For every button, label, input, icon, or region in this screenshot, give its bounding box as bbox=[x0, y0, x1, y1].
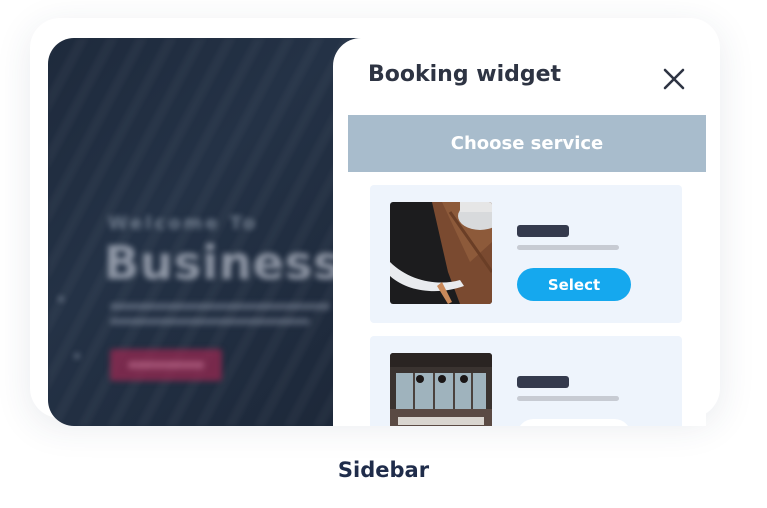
blurred-hero-content: Welcome To Business bbox=[48, 38, 374, 426]
service-card[interactable]: Select bbox=[370, 185, 682, 323]
service-name-placeholder bbox=[517, 225, 569, 237]
select-button[interactable] bbox=[517, 419, 631, 426]
stage: Welcome To Business Booking widget Choos… bbox=[0, 0, 767, 508]
blurred-website-background: Welcome To Business bbox=[48, 38, 374, 426]
booking-widget-sidebar: Booking widget Choose service Select bbox=[333, 38, 706, 426]
preview-caption: Sidebar bbox=[337, 458, 430, 482]
close-button[interactable] bbox=[661, 66, 687, 92]
select-button[interactable]: Select bbox=[517, 268, 631, 301]
blurred-text-line bbox=[110, 303, 330, 310]
close-icon bbox=[663, 68, 685, 90]
blurred-cta-label bbox=[128, 361, 204, 369]
blurred-cta-button bbox=[110, 349, 222, 381]
choose-service-label: Choose service bbox=[450, 133, 604, 154]
service-thumbnail-desk bbox=[390, 202, 492, 304]
blurred-text-line bbox=[110, 318, 310, 325]
blurred-kicker-text: Welcome To bbox=[108, 213, 259, 234]
choose-service-header: Choose service bbox=[348, 115, 706, 172]
panel-title: Booking widget bbox=[368, 62, 562, 87]
blurred-nav-dot bbox=[74, 353, 80, 359]
service-name-placeholder bbox=[517, 376, 569, 388]
service-card[interactable] bbox=[370, 336, 682, 426]
service-description-placeholder bbox=[517, 396, 619, 401]
blurred-hero-heading: Business bbox=[104, 236, 342, 290]
blurred-nav-dot bbox=[58, 296, 64, 302]
service-description-placeholder bbox=[517, 245, 619, 250]
service-thumbnail-conference-room bbox=[390, 353, 492, 426]
